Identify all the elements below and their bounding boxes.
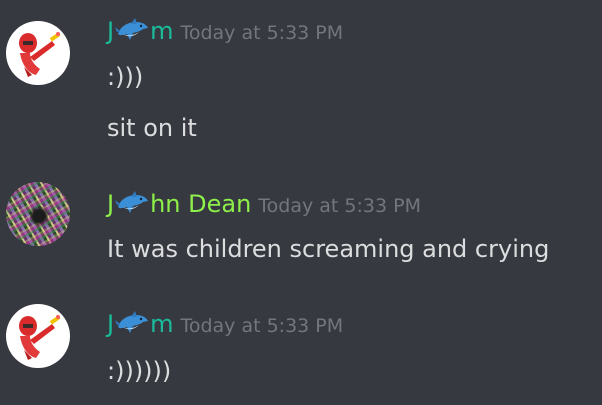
- timestamp[interactable]: Today at 5:33 PM: [180, 22, 343, 44]
- dolphin-icon: [115, 191, 149, 217]
- message-header: J m Today at 5:33 PM: [107, 309, 343, 339]
- timestamp[interactable]: Today at 5:33 PM: [180, 315, 343, 337]
- message-header: J hn Dean Today at 5:33 PM: [107, 189, 421, 219]
- chat-messages: J m Today at 5:33 PM :))) sit on it J hn…: [0, 0, 602, 405]
- username-prefix: J: [107, 190, 115, 218]
- username-prefix: J: [107, 17, 115, 45]
- username[interactable]: J hn Dean: [107, 189, 251, 219]
- username[interactable]: J m: [107, 309, 173, 339]
- username-suffix: hn Dean: [150, 190, 252, 218]
- username-prefix: J: [107, 310, 115, 338]
- username[interactable]: J m: [107, 16, 173, 46]
- dolphin-icon: [115, 18, 149, 44]
- username-suffix: m: [150, 310, 174, 338]
- timestamp[interactable]: Today at 5:33 PM: [258, 195, 421, 217]
- message-text: It was children screaming and crying: [107, 235, 550, 263]
- message-text: :))): [107, 63, 144, 91]
- avatar[interactable]: [6, 21, 70, 85]
- message-header: J m Today at 5:33 PM: [107, 16, 343, 46]
- message-text: :)))))): [107, 357, 172, 385]
- red-figure-icon: [6, 304, 70, 368]
- red-figure-icon: [6, 21, 70, 85]
- message-text: sit on it: [107, 114, 197, 142]
- avatar[interactable]: [6, 304, 70, 368]
- avatar[interactable]: [6, 182, 70, 246]
- username-suffix: m: [150, 17, 174, 45]
- dolphin-icon: [115, 311, 149, 337]
